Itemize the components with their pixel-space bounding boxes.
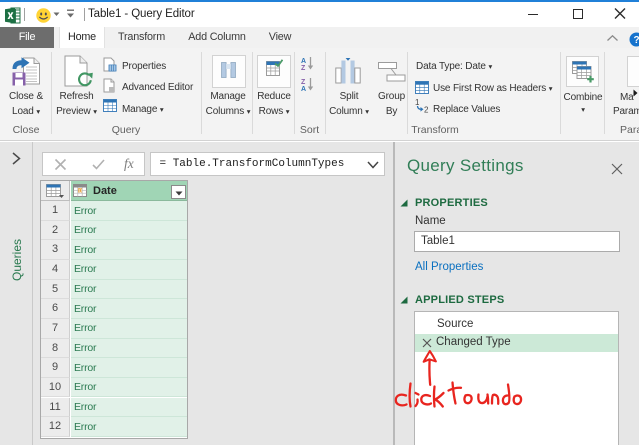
svg-text:A: A: [301, 86, 306, 91]
svg-text:Z: Z: [301, 65, 306, 70]
svg-text:Z: Z: [301, 79, 306, 86]
svg-text:2: 2: [424, 106, 429, 114]
svg-text:0: 0: [79, 188, 82, 194]
svg-text:1: 1: [415, 98, 420, 107]
svg-text:?: ?: [633, 35, 639, 46]
svg-text:A: A: [301, 58, 306, 65]
